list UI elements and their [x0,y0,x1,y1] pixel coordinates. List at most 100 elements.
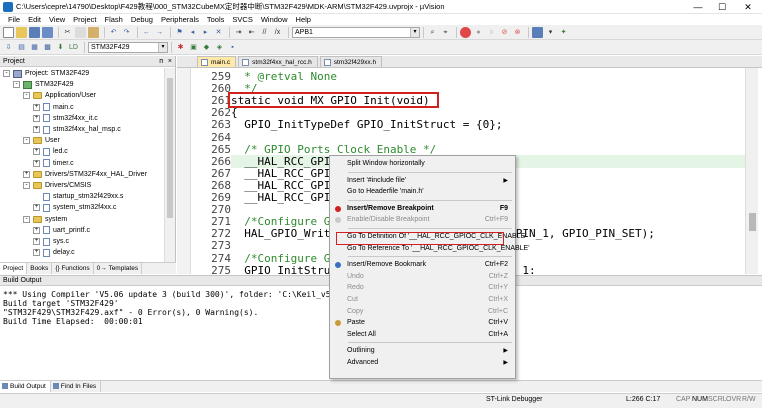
tree-item[interactable]: + timer.c [33,158,74,169]
select-software-packs-icon[interactable]: ▪ [227,42,238,53]
tree-item[interactable]: + Drivers/STM32F4xx_HAL_Driver [23,169,147,180]
tree-item[interactable]: - User [23,135,60,146]
context-menu-item[interactable]: Advanced ▶ [331,357,514,369]
bookmark-icon[interactable]: ⚑ [174,27,185,38]
editor-tab[interactable]: main.c [197,56,237,67]
collapse-icon[interactable]: - [23,137,30,145]
expand-icon[interactable]: + [33,238,40,245]
context-menu-item[interactable]: Outlining ▶ [331,345,514,357]
save-all-icon[interactable] [42,26,53,38]
undo-icon[interactable]: ↶ [108,27,119,38]
build-icon[interactable]: ▤ [16,42,27,53]
tree-item[interactable]: + uart_printf.c [33,225,90,236]
breakpoint-icon[interactable]: ● [473,27,484,38]
collapse-icon[interactable]: - [3,70,10,77]
expand-icon[interactable]: + [33,148,40,156]
collapse-icon[interactable]: - [23,215,30,223]
context-menu-item[interactable]: Select All Ctrl+A [331,329,514,341]
expand-icon[interactable]: + [33,204,40,212]
find-combo[interactable]: APB1 ▾ [292,26,420,38]
save-icon[interactable] [29,26,40,38]
context-menu-item[interactable]: Cut Ctrl+X [331,294,514,306]
maximize-button[interactable]: ☐ [710,0,734,14]
redo-icon[interactable]: ↷ [121,27,132,38]
collapse-icon[interactable]: - [23,92,30,100]
menu-peripherals[interactable]: Peripherals [157,15,203,24]
close-button[interactable]: ✕ [736,0,760,14]
expand-icon[interactable]: + [33,103,40,111]
tree-item[interactable]: + system_stm32f4xx.c [33,202,116,213]
context-menu-item[interactable]: Insert '#include file' ▶ [331,175,514,187]
kill-breakpoints-icon[interactable]: ⊗ [512,27,523,38]
unindent-icon[interactable]: ⇤ [246,27,257,38]
context-menu-item[interactable]: Undo Ctrl+Z [331,271,514,283]
menu-tools[interactable]: Tools [203,15,229,24]
menu-debug[interactable]: Debug [127,15,157,24]
find-icon[interactable]: ⌕ [427,27,438,38]
context-menu-item[interactable]: Go to Headerfile 'main.h' [331,186,514,198]
tree-item[interactable]: - STM32F429 [13,79,74,90]
layout-dropdown-icon[interactable]: ▾ [545,27,556,38]
panel-tab[interactable]: 0→ Templates [94,263,143,274]
download-icon[interactable]: ⬇ [55,42,66,53]
tree-item[interactable]: + led.c [33,146,68,157]
expand-icon[interactable]: + [33,126,40,133]
translate-icon[interactable]: ⇩ [3,42,14,53]
batch-build-icon[interactable]: ▩ [42,42,53,53]
rebuild-icon[interactable]: ▦ [29,42,40,53]
context-menu-item[interactable]: Enable/Disable Breakpoint Ctrl+F9 [331,214,514,226]
context-menu-item[interactable]: Redo Ctrl+Y [331,282,514,294]
tree-item[interactable]: startup_stm32f429xx.s [33,191,123,202]
menu-project[interactable]: Project [69,15,100,24]
context-menu-item[interactable]: Insert/Remove Breakpoint F9 [331,203,514,215]
editor-scrollbar[interactable] [745,68,758,274]
panel-tab[interactable]: Books [27,263,53,274]
tree-item[interactable]: - Drivers/CMSIS [23,180,91,191]
code-line[interactable]: { [231,106,238,119]
tree-item[interactable]: - system [23,214,67,225]
tree-item[interactable]: - Application/User [23,90,96,101]
prev-bookmark-icon[interactable]: ◂ [187,27,198,38]
cut-icon[interactable]: ✂ [62,27,73,38]
tree-item[interactable]: + stm32f4xx_it.c [33,113,98,124]
minimize-button[interactable]: — [686,0,710,14]
expand-icon[interactable]: + [23,170,30,178]
copy-icon[interactable] [75,26,86,38]
editor-tab[interactable]: stm32f429xx.h [319,56,383,67]
target-combo[interactable]: STM32F429 ▾ [88,41,168,53]
code-line[interactable]: /* GPIO Ports Clock Enable */ [231,143,436,156]
chevron-down-icon[interactable]: ▾ [410,27,419,37]
pack-installer-icon[interactable]: ◈ [214,42,225,53]
breakpoint-gutter[interactable] [177,68,191,274]
output-tab[interactable]: Build Output [0,381,51,392]
load-icon[interactable]: LD [68,42,79,53]
editor-tab[interactable]: stm32f4xx_hal_rcc.h [238,56,318,67]
tree-item[interactable]: + main.c [33,102,74,113]
expand-icon[interactable]: + [33,226,40,234]
indent-icon[interactable]: ⇥ [233,27,244,38]
expand-icon[interactable]: + [33,249,40,257]
nav-forward-icon[interactable]: → [154,27,165,38]
expand-icon[interactable]: + [33,159,40,167]
pin-icon[interactable]: ᴨ [159,56,163,67]
scrollbar-thumb[interactable] [167,78,173,218]
configure-icon[interactable]: ✦ [558,27,569,38]
manage-runtime-icon[interactable]: ◆ [201,42,212,53]
tree-item[interactable]: + delay.c [33,247,75,258]
comment-icon[interactable]: // [259,27,270,38]
project-tree-scrollbar[interactable] [164,68,175,262]
panel-tab[interactable]: {} Functions [52,263,94,274]
target-options-icon[interactable]: ✱ [175,42,186,53]
scrollbar-thumb[interactable] [749,213,756,231]
expand-icon[interactable]: + [33,114,40,122]
tree-item[interactable]: + stm32f4xx_hal_msp.c [33,124,121,135]
collapse-icon[interactable]: - [13,81,20,89]
incremental-find-icon[interactable]: ⌖ [440,27,451,38]
context-menu-item[interactable]: Split Window horizontally [331,158,514,170]
debug-session-icon[interactable] [460,26,471,38]
menu-file[interactable]: File [4,15,24,24]
code-line[interactable]: * @retval None [231,70,337,83]
code-line[interactable]: GPIO_InitTypeDef GPIO_InitStruct = {0}; [231,118,502,131]
enable-breakpoint-icon[interactable]: ○ [486,27,497,38]
context-menu-item[interactable]: Insert/Remove Bookmark Ctrl+F2 [331,259,514,271]
